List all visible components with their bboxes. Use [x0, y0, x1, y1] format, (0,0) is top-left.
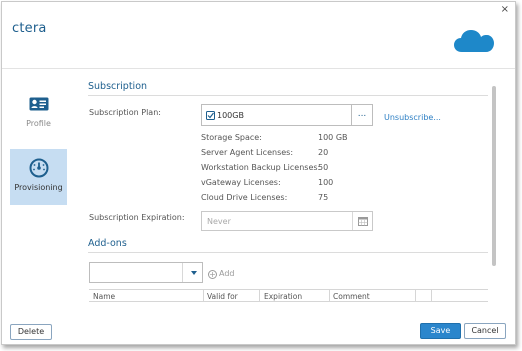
- section-divider: [88, 95, 488, 96]
- detail-value: 75: [318, 193, 329, 202]
- column-divider: [329, 290, 330, 302]
- select-divider: [182, 263, 183, 282]
- gauge-icon: [29, 158, 48, 178]
- addon-select[interactable]: [89, 262, 203, 283]
- header-divider: [2, 68, 515, 69]
- cancel-button[interactable]: Cancel: [464, 323, 506, 339]
- detail-value: 20: [318, 148, 329, 157]
- detail-label: Cloud Drive Licenses:: [201, 193, 288, 202]
- calendar-icon[interactable]: [358, 216, 368, 226]
- plus-circle-icon: +: [208, 270, 217, 279]
- detail-label: vGateway Licenses:: [201, 178, 281, 187]
- expiration-placeholder: Never: [207, 217, 231, 226]
- close-icon[interactable]: ×: [501, 5, 509, 15]
- app-title: ctera: [12, 21, 47, 36]
- subscription-section-title: Subscription: [88, 81, 148, 92]
- chevron-down-icon[interactable]: [191, 271, 197, 275]
- section-divider: [88, 252, 488, 253]
- column-divider: [203, 290, 204, 302]
- browse-plan-button[interactable]: ...: [351, 104, 373, 126]
- plan-check-icon: [206, 111, 215, 120]
- delete-button[interactable]: Delete: [10, 324, 52, 340]
- sidebar-item-profile[interactable]: Profile: [10, 91, 67, 147]
- addons-table-header: Name Valid for Expiration Comment: [89, 289, 488, 302]
- detail-value: 100: [318, 178, 334, 187]
- column-divider: [259, 290, 260, 302]
- detail-value: 50: [318, 163, 329, 172]
- unsubscribe-link[interactable]: Unsubscribe...: [384, 113, 441, 122]
- subscription-expiration-label: Subscription Expiration:: [89, 213, 185, 222]
- addons-section-title: Add-ons: [88, 238, 127, 249]
- column-header-name[interactable]: Name: [93, 292, 115, 301]
- subscription-plan-label: Subscription Plan:: [89, 108, 161, 117]
- column-header-comment[interactable]: Comment: [333, 292, 370, 301]
- sidebar-item-label: Provisioning: [14, 183, 63, 192]
- id-card-icon: [29, 97, 48, 111]
- field-divider: [352, 212, 353, 230]
- column-header-expiration[interactable]: Expiration: [264, 292, 302, 301]
- add-addon-label: Add: [219, 269, 235, 278]
- detail-label: Workstation Backup Licenses:: [201, 163, 321, 172]
- sidebar-item-label: Profile: [26, 119, 51, 128]
- add-addon-button[interactable]: + Add: [208, 269, 235, 279]
- detail-label: Server Agent Licenses:: [201, 148, 294, 157]
- column-header-valid-for[interactable]: Valid for: [207, 292, 238, 301]
- detail-label: Storage Space:: [201, 133, 262, 142]
- subscription-plan-field[interactable]: 100GB: [201, 104, 352, 126]
- save-button[interactable]: Save: [420, 323, 461, 339]
- subscription-plan-value: 100GB: [217, 111, 244, 120]
- subscription-dialog: × ctera Profile Provisioning Subscriptio: [1, 1, 516, 345]
- expiration-date-input[interactable]: Never: [201, 211, 373, 231]
- column-divider: [431, 290, 432, 302]
- column-divider: [415, 290, 416, 302]
- detail-value: 100 GB: [318, 133, 348, 142]
- sidebar-item-provisioning[interactable]: Provisioning: [10, 149, 67, 205]
- cloud-logo-icon: [454, 30, 494, 52]
- vertical-scrollbar[interactable]: [492, 86, 496, 266]
